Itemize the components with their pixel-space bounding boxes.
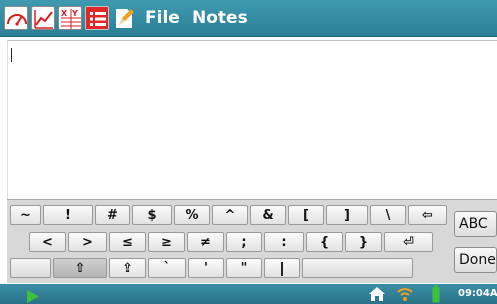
on-screen-keyboard: ~ ! # $ % ^ & [ ] \ ⇦ < > ≤ ≥ ≠ ; : { } … (7, 199, 497, 283)
meter-view-icon[interactable] (4, 6, 28, 30)
key-caret[interactable]: ^ (212, 205, 248, 225)
key-close-brace[interactable]: } (345, 232, 382, 252)
svg-text:Y: Y (71, 9, 78, 18)
key-pipe[interactable] (264, 258, 300, 278)
pencil-icon[interactable] (113, 6, 135, 30)
home-icon[interactable] (368, 286, 386, 304)
key-space[interactable] (302, 258, 413, 278)
key-semicolon[interactable]: ; (226, 232, 262, 252)
abc-button[interactable]: ABC (454, 211, 497, 237)
key-shift[interactable]: ⇧ (53, 258, 107, 278)
key-open-bracket[interactable]: [ (288, 205, 324, 225)
key-greater-than[interactable]: > (68, 232, 107, 252)
text-caret (11, 48, 12, 62)
key-less-equal[interactable]: ≤ (109, 232, 146, 252)
notes-view-icon[interactable] (85, 6, 109, 30)
key-greater-equal[interactable]: ≥ (148, 232, 185, 252)
svg-text:X: X (61, 9, 68, 18)
key-exclamation[interactable]: ! (43, 205, 93, 225)
key-backslash[interactable]: \ (370, 205, 406, 225)
table-view-icon[interactable]: X Y (58, 6, 82, 30)
key-backtick[interactable]: ` (148, 258, 186, 278)
graph-view-icon[interactable] (31, 6, 55, 30)
notes-text-area[interactable] (7, 40, 497, 199)
top-toolbar: X Y File Notes (0, 0, 497, 37)
key-backspace[interactable]: ⇦ (408, 205, 447, 225)
battery-icon (432, 285, 440, 304)
key-enter[interactable]: ⏎ (384, 232, 433, 252)
key-percent[interactable]: % (174, 205, 210, 225)
key-less-than[interactable]: < (29, 232, 66, 252)
key-colon[interactable]: : (264, 232, 304, 252)
play-icon[interactable] (26, 288, 40, 304)
status-clock: 09:04A (458, 288, 497, 299)
key-apostrophe[interactable]: ' (188, 258, 224, 278)
wifi-icon (396, 286, 414, 304)
done-button[interactable]: Done (454, 247, 497, 273)
pipe-glyph (281, 261, 283, 276)
key-ampersand[interactable]: & (250, 205, 286, 225)
key-spacer-left (10, 258, 51, 278)
file-menu[interactable]: File (145, 6, 180, 30)
key-close-bracket[interactable]: ] (326, 205, 368, 225)
key-hash[interactable]: # (95, 205, 130, 225)
key-not-equal[interactable]: ≠ (187, 232, 224, 252)
key-caps-lock[interactable]: ⇪ (109, 258, 146, 278)
key-tilde[interactable]: ~ (10, 205, 41, 225)
key-dollar[interactable]: $ (132, 205, 172, 225)
key-open-brace[interactable]: { (306, 232, 343, 252)
notes-title: Notes (192, 8, 248, 28)
status-bar: 09:04A (0, 284, 497, 304)
key-double-quote[interactable]: " (226, 258, 262, 278)
